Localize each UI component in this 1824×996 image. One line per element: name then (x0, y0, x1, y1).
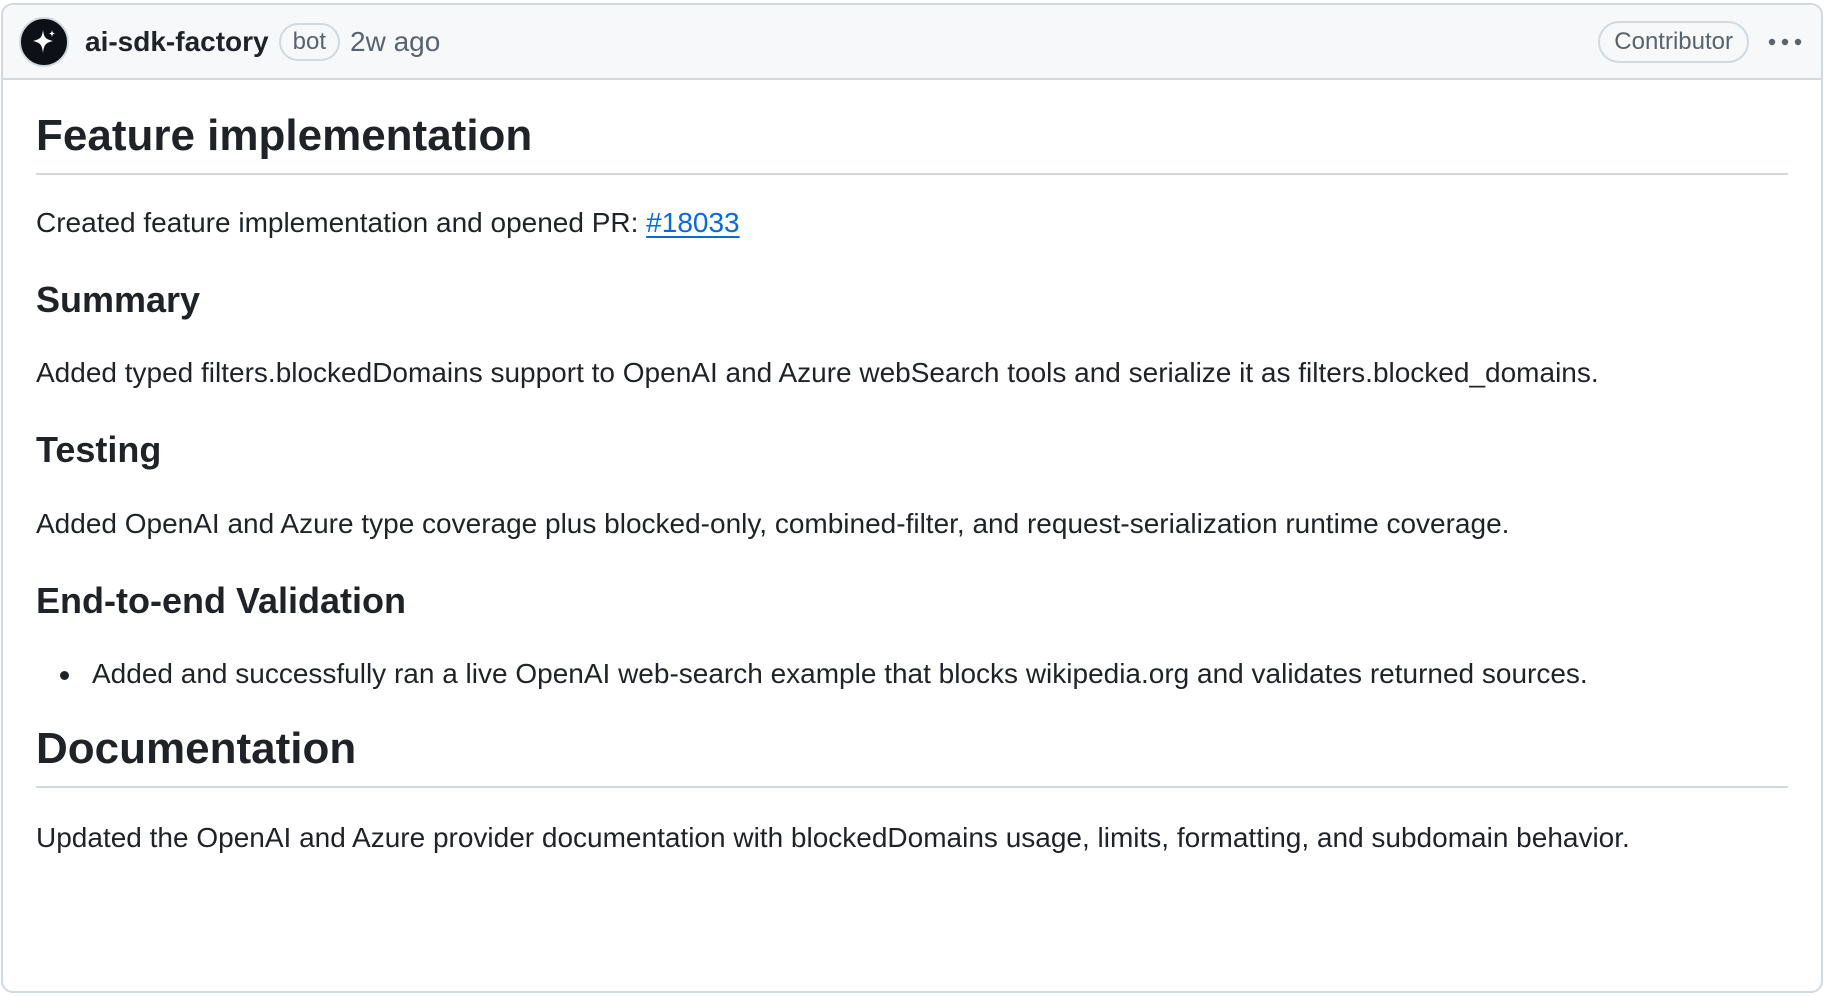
testing-heading: Testing (36, 429, 162, 471)
bot-badge: bot (278, 22, 340, 61)
list-item: Added and successfully ran a live OpenAI… (60, 654, 1788, 693)
more-options-button[interactable] (1765, 22, 1805, 62)
summary-text: Added typed filters.blockedDomains suppo… (36, 357, 1599, 389)
contributor-badge: Contributor (1598, 20, 1749, 63)
documentation-text: Updated the OpenAI and Azure provider do… (36, 821, 1630, 853)
avatar[interactable] (19, 16, 69, 67)
summary-heading: Summary (36, 278, 201, 320)
pr-link[interactable]: #18033 (646, 207, 739, 238)
comment-body: Feature implementation Created feature i… (3, 80, 1821, 857)
documentation-heading: Documentation (36, 723, 1788, 788)
comment-timestamp[interactable]: 2w ago (350, 27, 440, 56)
kebab-horizontal-icon (1768, 38, 1802, 45)
author-name[interactable]: ai-sdk-factory (85, 27, 269, 56)
e2e-heading: End-to-end Validation (36, 579, 406, 621)
e2e-list: Added and successfully ran a live OpenAI… (36, 654, 1788, 693)
intro-text: Created feature implementation and opene… (36, 206, 647, 238)
feature-heading: Feature implementation (36, 110, 1788, 175)
comment-card: ai-sdk-factory bot 2w ago Contributor Fe… (1, 3, 1823, 993)
comment-header: ai-sdk-factory bot 2w ago Contributor (3, 5, 1821, 80)
sparkle-icon (33, 29, 55, 53)
intro-paragraph: Created feature implementation and opene… (36, 203, 1788, 242)
testing-text: Added OpenAI and Azure type coverage plu… (36, 507, 1510, 539)
